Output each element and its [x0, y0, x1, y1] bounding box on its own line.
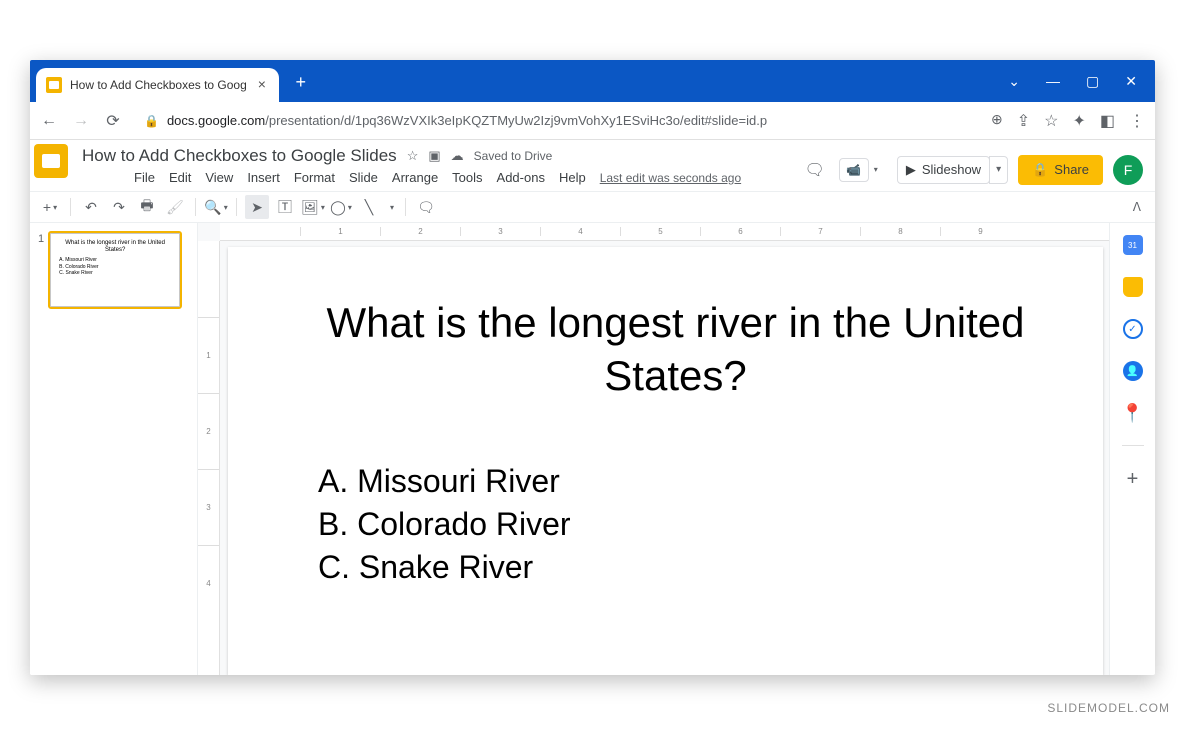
page-zoom-icon[interactable]: ⊕ — [991, 111, 1003, 131]
tasks-icon[interactable] — [1123, 319, 1143, 339]
window-maximize-icon[interactable]: ▢ — [1086, 73, 1099, 90]
hide-menus-icon[interactable]: ᐱ — [1133, 200, 1147, 214]
share-lock-icon: 🔒 — [1032, 162, 1048, 178]
nav-forward-icon[interactable]: → — [72, 112, 90, 130]
calendar-icon[interactable] — [1123, 235, 1143, 255]
lock-icon: 🔒 — [144, 114, 159, 128]
watermark: SLIDEMODEL.COM — [1047, 701, 1170, 715]
line-menu[interactable] — [385, 195, 397, 219]
share-label: Share — [1054, 162, 1089, 177]
url-domain: docs.google.com — [167, 113, 265, 128]
document-name[interactable]: How to Add Checkboxes to Google Slides — [82, 146, 397, 166]
saved-status: Saved to Drive — [474, 149, 553, 163]
tab-close-icon[interactable]: × — [255, 78, 269, 92]
move-doc-icon[interactable]: ▣ — [428, 148, 440, 164]
undo-button[interactable]: ↶ — [79, 195, 103, 219]
slide-option-a: A. Missouri River — [318, 460, 1063, 503]
browser-tab[interactable]: How to Add Checkboxes to Goog × — [36, 68, 279, 102]
paint-format-button[interactable]: 🖌 — [163, 195, 187, 219]
chrome-menu-icon[interactable]: ⋮ — [1129, 111, 1145, 131]
line-tool[interactable]: ╲ — [357, 195, 381, 219]
window-minimize-icon[interactable]: — — [1046, 73, 1060, 89]
slide-thumbnail-1[interactable]: What is the longest river in the United … — [50, 233, 180, 307]
slides-favicon-icon — [46, 77, 62, 93]
comment-tool[interactable]: 🗨 — [414, 195, 438, 219]
menu-help[interactable]: Help — [559, 170, 586, 185]
cloud-saved-icon: ☁ — [451, 148, 464, 164]
menu-file[interactable]: File — [134, 170, 155, 185]
comments-icon[interactable]: 🗨 — [801, 156, 829, 184]
canvas-area[interactable]: 123456789 1234 What is the longest river… — [198, 223, 1109, 675]
thumb-number: 1 — [38, 233, 44, 307]
slide-option-c: C. Snake River — [318, 546, 1063, 589]
print-button[interactable]: 🖶 — [135, 195, 159, 219]
filmstrip: 1 What is the longest river in the Unite… — [30, 223, 198, 675]
browser-window: How to Add Checkboxes to Goog × + ⌄ — ▢ … — [30, 60, 1155, 675]
side-panel: 📍 + — [1109, 223, 1155, 675]
address-right-icons: ⊕ ⇪ ☆ ✦ ◧ ⋮ — [991, 111, 1145, 131]
slideshow-dropdown[interactable]: ▾ — [989, 156, 1008, 184]
menu-insert[interactable]: Insert — [247, 170, 280, 185]
address-bar: ← → ⟳ 🔒 docs.google.com/presentation/d/1… — [30, 102, 1155, 140]
menu-slide[interactable]: Slide — [349, 170, 378, 185]
share-page-icon[interactable]: ⇪ — [1017, 111, 1030, 131]
last-edit-link[interactable]: Last edit was seconds ago — [600, 171, 741, 185]
select-tool[interactable]: ➤ — [245, 195, 269, 219]
meet-button[interactable]: 📹 — [839, 158, 869, 182]
slideshow-label: Slideshow — [922, 162, 981, 177]
app-header: How to Add Checkboxes to Google Slides ☆… — [30, 140, 1155, 191]
tab-title: How to Add Checkboxes to Goog — [70, 78, 247, 92]
url-path: /presentation/d/1pq36WzVXIk3eIpKQZTMyUw2… — [265, 113, 767, 128]
share-button[interactable]: 🔒 Share — [1018, 155, 1103, 185]
side-panel-icon[interactable]: ◧ — [1100, 111, 1115, 131]
window-chevron-icon[interactable]: ⌄ — [1008, 73, 1020, 90]
omnibox[interactable]: 🔒 docs.google.com/presentation/d/1pq36Wz… — [136, 109, 977, 132]
browser-titlebar: How to Add Checkboxes to Goog × + ⌄ — ▢ … — [30, 60, 1155, 102]
redo-button[interactable]: ↷ — [107, 195, 131, 219]
slide-canvas[interactable]: What is the longest river in the United … — [228, 247, 1103, 675]
ruler-horizontal: 123456789 — [220, 223, 1109, 241]
contacts-icon[interactable] — [1123, 361, 1143, 381]
toolbar: + ↶ ↷ 🖶 🖌 🔍 ➤ 🅃 🖼 ◯ ╲ 🗨 ᐱ — [30, 191, 1155, 223]
menu-format[interactable]: Format — [294, 170, 335, 185]
account-avatar[interactable]: F — [1113, 155, 1143, 185]
slide-option-b: B. Colorado River — [318, 503, 1063, 546]
slideshow-button[interactable]: ▶ Slideshow — [897, 156, 990, 184]
textbox-tool[interactable]: 🅃 — [273, 195, 297, 219]
menu-tools[interactable]: Tools — [452, 170, 482, 185]
maps-icon[interactable]: 📍 — [1123, 403, 1143, 423]
menu-arrange[interactable]: Arrange — [392, 170, 438, 185]
shape-tool[interactable]: ◯ — [329, 195, 353, 219]
menu-edit[interactable]: Edit — [169, 170, 191, 185]
slides-logo-icon[interactable] — [34, 144, 68, 178]
thumb-question: What is the longest river in the United … — [59, 240, 171, 253]
menu-view[interactable]: View — [205, 170, 233, 185]
window-controls: ⌄ — ▢ ✕ — [990, 60, 1155, 102]
thumb-opt-c: C. Snake River — [59, 270, 171, 277]
window-close-icon[interactable]: ✕ — [1125, 73, 1137, 90]
present-icon: ▶ — [906, 162, 916, 178]
keep-icon[interactable] — [1123, 277, 1143, 297]
menu-bar: File Edit View Insert Format Slide Arran… — [82, 166, 791, 191]
ruler-vertical: 1234 — [198, 241, 220, 675]
nav-back-icon[interactable]: ← — [40, 112, 58, 130]
workspace: 1 What is the longest river in the Unite… — [30, 223, 1155, 675]
get-addons-icon[interactable]: + — [1127, 468, 1139, 491]
side-panel-divider — [1122, 445, 1144, 446]
image-tool[interactable]: 🖼 — [301, 195, 325, 219]
new-slide-button[interactable]: + — [38, 195, 62, 219]
menu-addons[interactable]: Add-ons — [497, 170, 545, 185]
star-doc-icon[interactable]: ☆ — [407, 148, 419, 164]
bookmark-star-icon[interactable]: ☆ — [1044, 111, 1058, 131]
slide-question: What is the longest river in the United … — [288, 297, 1063, 402]
zoom-button[interactable]: 🔍 — [204, 195, 228, 219]
new-tab-button[interactable]: + — [287, 70, 315, 98]
nav-reload-icon[interactable]: ⟳ — [104, 111, 122, 131]
extensions-icon[interactable]: ✦ — [1072, 111, 1085, 131]
